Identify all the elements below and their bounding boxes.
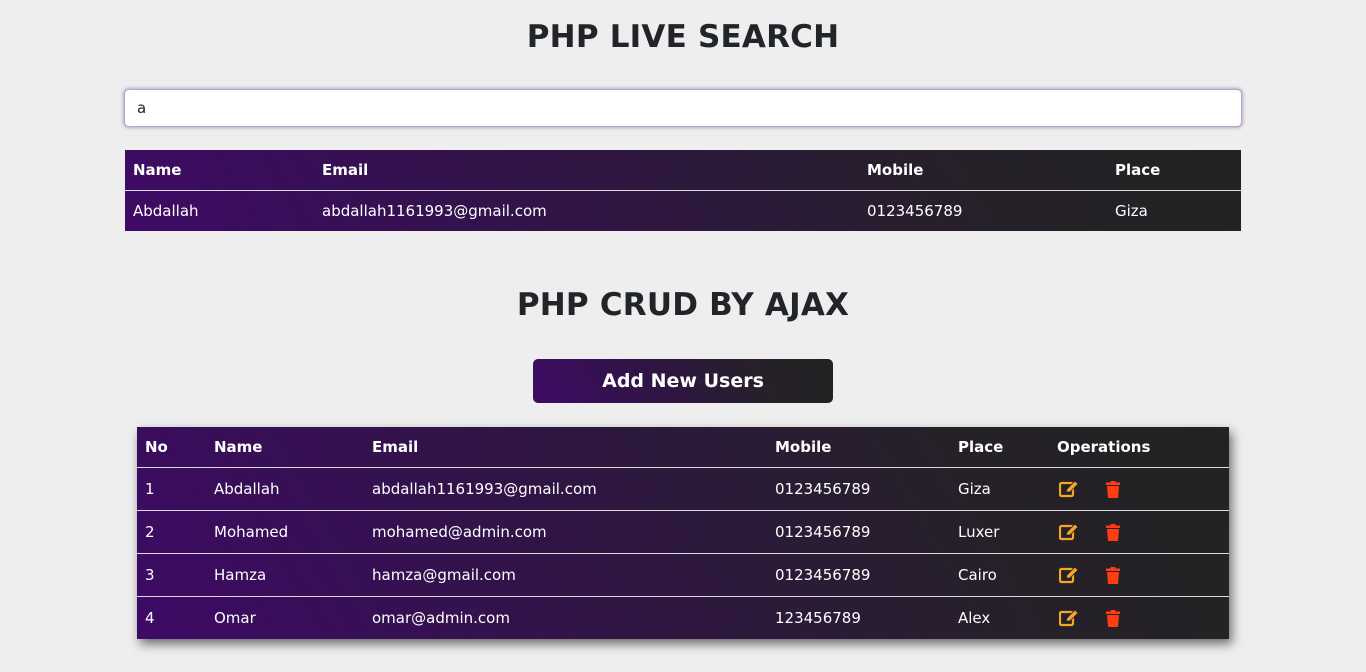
row-email: mohamed@admin.com <box>372 523 547 541</box>
row-no: 1 <box>145 480 155 498</box>
row-operations <box>1049 468 1229 511</box>
row-mobile: 0123456789 <box>775 480 871 498</box>
row-name: Mohamed <box>214 523 289 541</box>
row-email: omar@admin.com <box>372 609 510 627</box>
edit-icon[interactable] <box>1059 608 1079 628</box>
users-header-row: No Name Email Mobile Place Operations <box>137 427 1229 468</box>
column-header-place: Place <box>958 438 1004 456</box>
column-header-name: Name <box>214 438 263 456</box>
result-email: abdallah1161993@gmail.com <box>322 202 547 220</box>
row-place: Luxer <box>958 523 1000 541</box>
result-place: Giza <box>1115 202 1148 220</box>
row-place: Alex <box>958 609 991 627</box>
search-input[interactable] <box>124 89 1242 127</box>
row-place: Cairo <box>958 566 997 584</box>
edit-icon[interactable] <box>1059 565 1079 585</box>
row-mobile: 0123456789 <box>775 566 871 584</box>
column-header-place: Place <box>1115 161 1161 179</box>
column-header-operations: Operations <box>1057 438 1151 456</box>
trash-icon[interactable] <box>1103 522 1123 542</box>
row-email: abdallah1161993@gmail.com <box>372 480 597 498</box>
edit-icon[interactable] <box>1059 479 1079 499</box>
row-no: 3 <box>145 566 155 584</box>
row-mobile: 0123456789 <box>775 523 871 541</box>
crud-page-title: PHP CRUD BY AJAX <box>516 287 850 323</box>
column-header-mobile: Mobile <box>775 438 832 456</box>
column-header-name: Name <box>133 161 182 179</box>
column-header-no: No <box>145 438 168 456</box>
row-name: Omar <box>214 609 256 627</box>
table-row: 3 Hamza hamza@gmail.com 0123456789 Cairo <box>137 554 1229 597</box>
row-operations <box>1049 597 1229 640</box>
table-row: 2 Mohamed mohamed@admin.com 0123456789 L… <box>137 511 1229 554</box>
row-no: 4 <box>145 609 155 627</box>
users-table: No Name Email Mobile Place Operations 1 … <box>137 427 1229 639</box>
trash-icon[interactable] <box>1103 479 1123 499</box>
table-row: 4 Omar omar@admin.com 123456789 Alex <box>137 597 1229 640</box>
edit-icon[interactable] <box>1059 522 1079 542</box>
row-name: Hamza <box>214 566 267 584</box>
column-header-mobile: Mobile <box>867 161 924 179</box>
table-row: 1 Abdallah abdallah1161993@gmail.com 012… <box>137 468 1229 511</box>
row-name: Abdallah <box>214 480 280 498</box>
row-operations <box>1049 554 1229 597</box>
column-header-email: Email <box>372 438 419 456</box>
row-place: Giza <box>958 480 991 498</box>
row-no: 2 <box>145 523 155 541</box>
row-operations <box>1049 511 1229 554</box>
search-page-title: PHP LIVE SEARCH <box>526 19 840 55</box>
row-email: hamza@gmail.com <box>372 566 516 584</box>
trash-icon[interactable] <box>1103 565 1123 585</box>
add-new-users-button[interactable]: Add New Users <box>533 359 833 403</box>
search-results-table: Name Email Mobile Place Abdallah abdalla… <box>125 150 1241 231</box>
result-name: Abdallah <box>133 202 199 220</box>
trash-icon[interactable] <box>1103 608 1123 628</box>
search-result-row: Abdallah abdallah1161993@gmail.com 01234… <box>125 191 1241 232</box>
result-mobile: 0123456789 <box>867 202 963 220</box>
row-mobile: 123456789 <box>775 609 861 627</box>
search-header-row: Name Email Mobile Place <box>125 150 1241 191</box>
column-header-email: Email <box>322 161 369 179</box>
users-table-container: No Name Email Mobile Place Operations 1 … <box>137 427 1229 639</box>
